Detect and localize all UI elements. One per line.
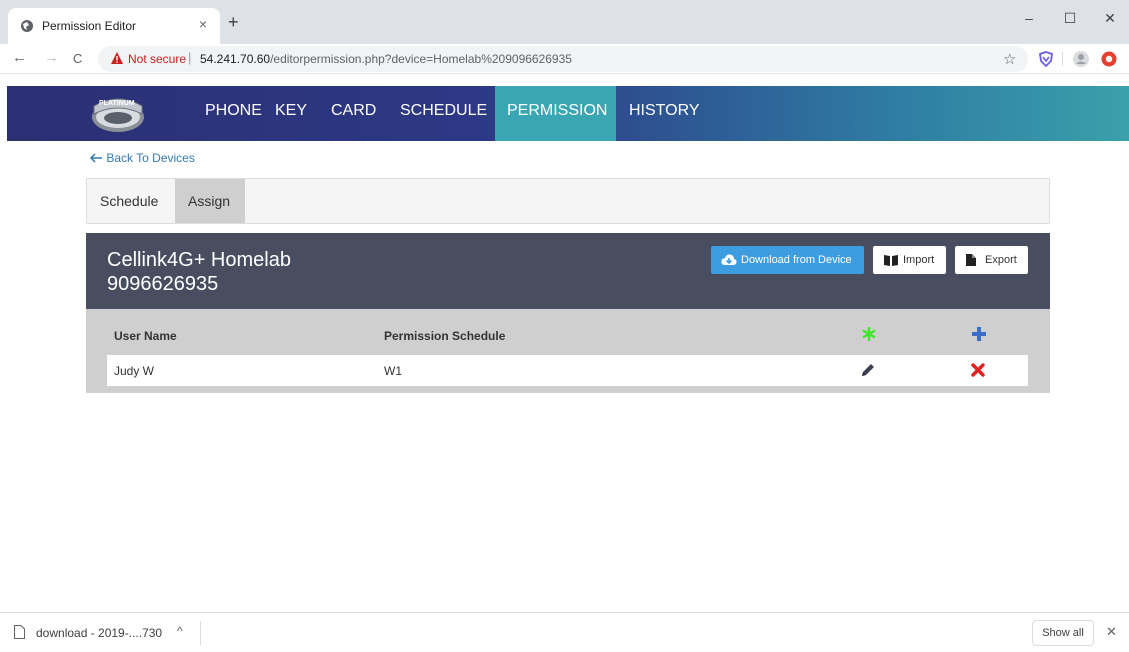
download-from-device-button[interactable]: Download from Device (711, 246, 864, 274)
permission-panel: Cellink4G+ Homelab 9096626935 Download f… (86, 233, 1050, 393)
bookmark-star-icon[interactable]: ☆ (1003, 50, 1016, 68)
tab-assign[interactable]: Assign (175, 179, 245, 223)
nav-key[interactable]: KEY (263, 86, 319, 141)
download-file-name[interactable]: download - 2019-....730 (36, 626, 162, 640)
add-plus-icon[interactable] (972, 327, 986, 341)
not-secure-label[interactable]: Not secure (128, 52, 186, 66)
cell-user-name: Judy W (114, 364, 155, 378)
url-path: /editorpermission.php?device=Homelab%209… (270, 52, 572, 66)
browser-toolbar: ← → C Not secure | 54.241.70.60/editorpe… (0, 44, 1129, 74)
cloud-download-icon (721, 254, 737, 265)
forward-button[interactable]: → (44, 50, 59, 66)
browser-tab[interactable]: Permission Editor × (8, 8, 220, 44)
cell-permission-schedule: W1 (384, 364, 402, 378)
table-row: Judy W W1 (107, 355, 1028, 386)
shield-extension-icon[interactable] (1039, 51, 1053, 67)
maximize-button[interactable]: ☐ (1055, 10, 1085, 27)
book-open-icon (884, 255, 898, 266)
arrow-left-icon (89, 153, 102, 163)
back-button[interactable]: ← (12, 50, 27, 66)
tab-title: Permission Editor (42, 19, 137, 33)
download-button-label: Download from Device (741, 254, 852, 266)
svg-text:PLATINUM: PLATINUM (99, 100, 135, 107)
export-button[interactable]: Export (955, 246, 1028, 274)
show-all-button[interactable]: Show all (1032, 620, 1094, 646)
column-header-user-name: User Name (114, 329, 177, 343)
nav-card[interactable]: CARD (319, 86, 388, 141)
asterisk-icon[interactable] (862, 327, 876, 341)
back-link-label: Back To Devices (106, 151, 195, 165)
url-text[interactable]: 54.241.70.60/editorpermission.php?device… (200, 52, 572, 66)
platinum-logo[interactable]: PLATINUM (89, 92, 147, 134)
profile-avatar-icon[interactable] (1073, 51, 1089, 67)
pencil-edit-icon[interactable] (860, 362, 876, 378)
toolbar-divider (1062, 52, 1063, 66)
nav-schedule[interactable]: SCHEDULE (388, 86, 499, 141)
back-to-devices-link[interactable]: Back To Devices (89, 151, 195, 165)
nav-phone[interactable]: PHONE (193, 86, 274, 141)
url-separator: | (188, 50, 192, 65)
device-name: Cellink4G+ Homelab (107, 249, 291, 271)
browser-tabstrip: Permission Editor × + – ☐ ✕ (0, 0, 1129, 44)
address-bar[interactable]: Not secure | 54.241.70.60/editorpermissi… (98, 46, 1028, 72)
device-number: 9096626935 (107, 273, 219, 295)
minimize-button[interactable]: – (1014, 10, 1044, 26)
import-button[interactable]: Import (873, 246, 946, 274)
new-tab-button[interactable]: + (228, 13, 239, 31)
column-header-permission-schedule: Permission Schedule (384, 329, 506, 343)
download-divider (200, 621, 201, 645)
nav-history[interactable]: HISTORY (617, 86, 712, 141)
delete-x-icon[interactable] (971, 363, 985, 377)
chevron-up-icon[interactable]: ^ (177, 624, 183, 638)
tab-close-icon[interactable]: × (194, 16, 212, 32)
import-button-label: Import (903, 254, 935, 266)
export-button-label: Export (985, 254, 1017, 266)
panel-header: Cellink4G+ Homelab 9096626935 Download f… (86, 233, 1050, 309)
downloads-bar: download - 2019-....730 ^ Show all ✕ (0, 612, 1129, 652)
url-host: 54.241.70.60 (200, 52, 271, 66)
globe-icon (21, 20, 33, 32)
tab-schedule[interactable]: Schedule (87, 179, 171, 223)
close-downloads-icon[interactable]: ✕ (1106, 624, 1117, 640)
close-window-button[interactable]: ✕ (1095, 10, 1125, 27)
file-icon (14, 625, 25, 639)
page-tabs: Schedule Assign (86, 178, 1050, 224)
adblock-extension-icon[interactable] (1101, 51, 1117, 67)
reload-button[interactable]: C (73, 51, 82, 67)
warning-icon (111, 52, 123, 64)
file-icon (966, 254, 976, 266)
nav-permission[interactable]: PERMISSION (495, 86, 616, 141)
site-header: PLATINUM PHONE KEY CARD SCHEDULE PERMISS… (7, 86, 1129, 141)
